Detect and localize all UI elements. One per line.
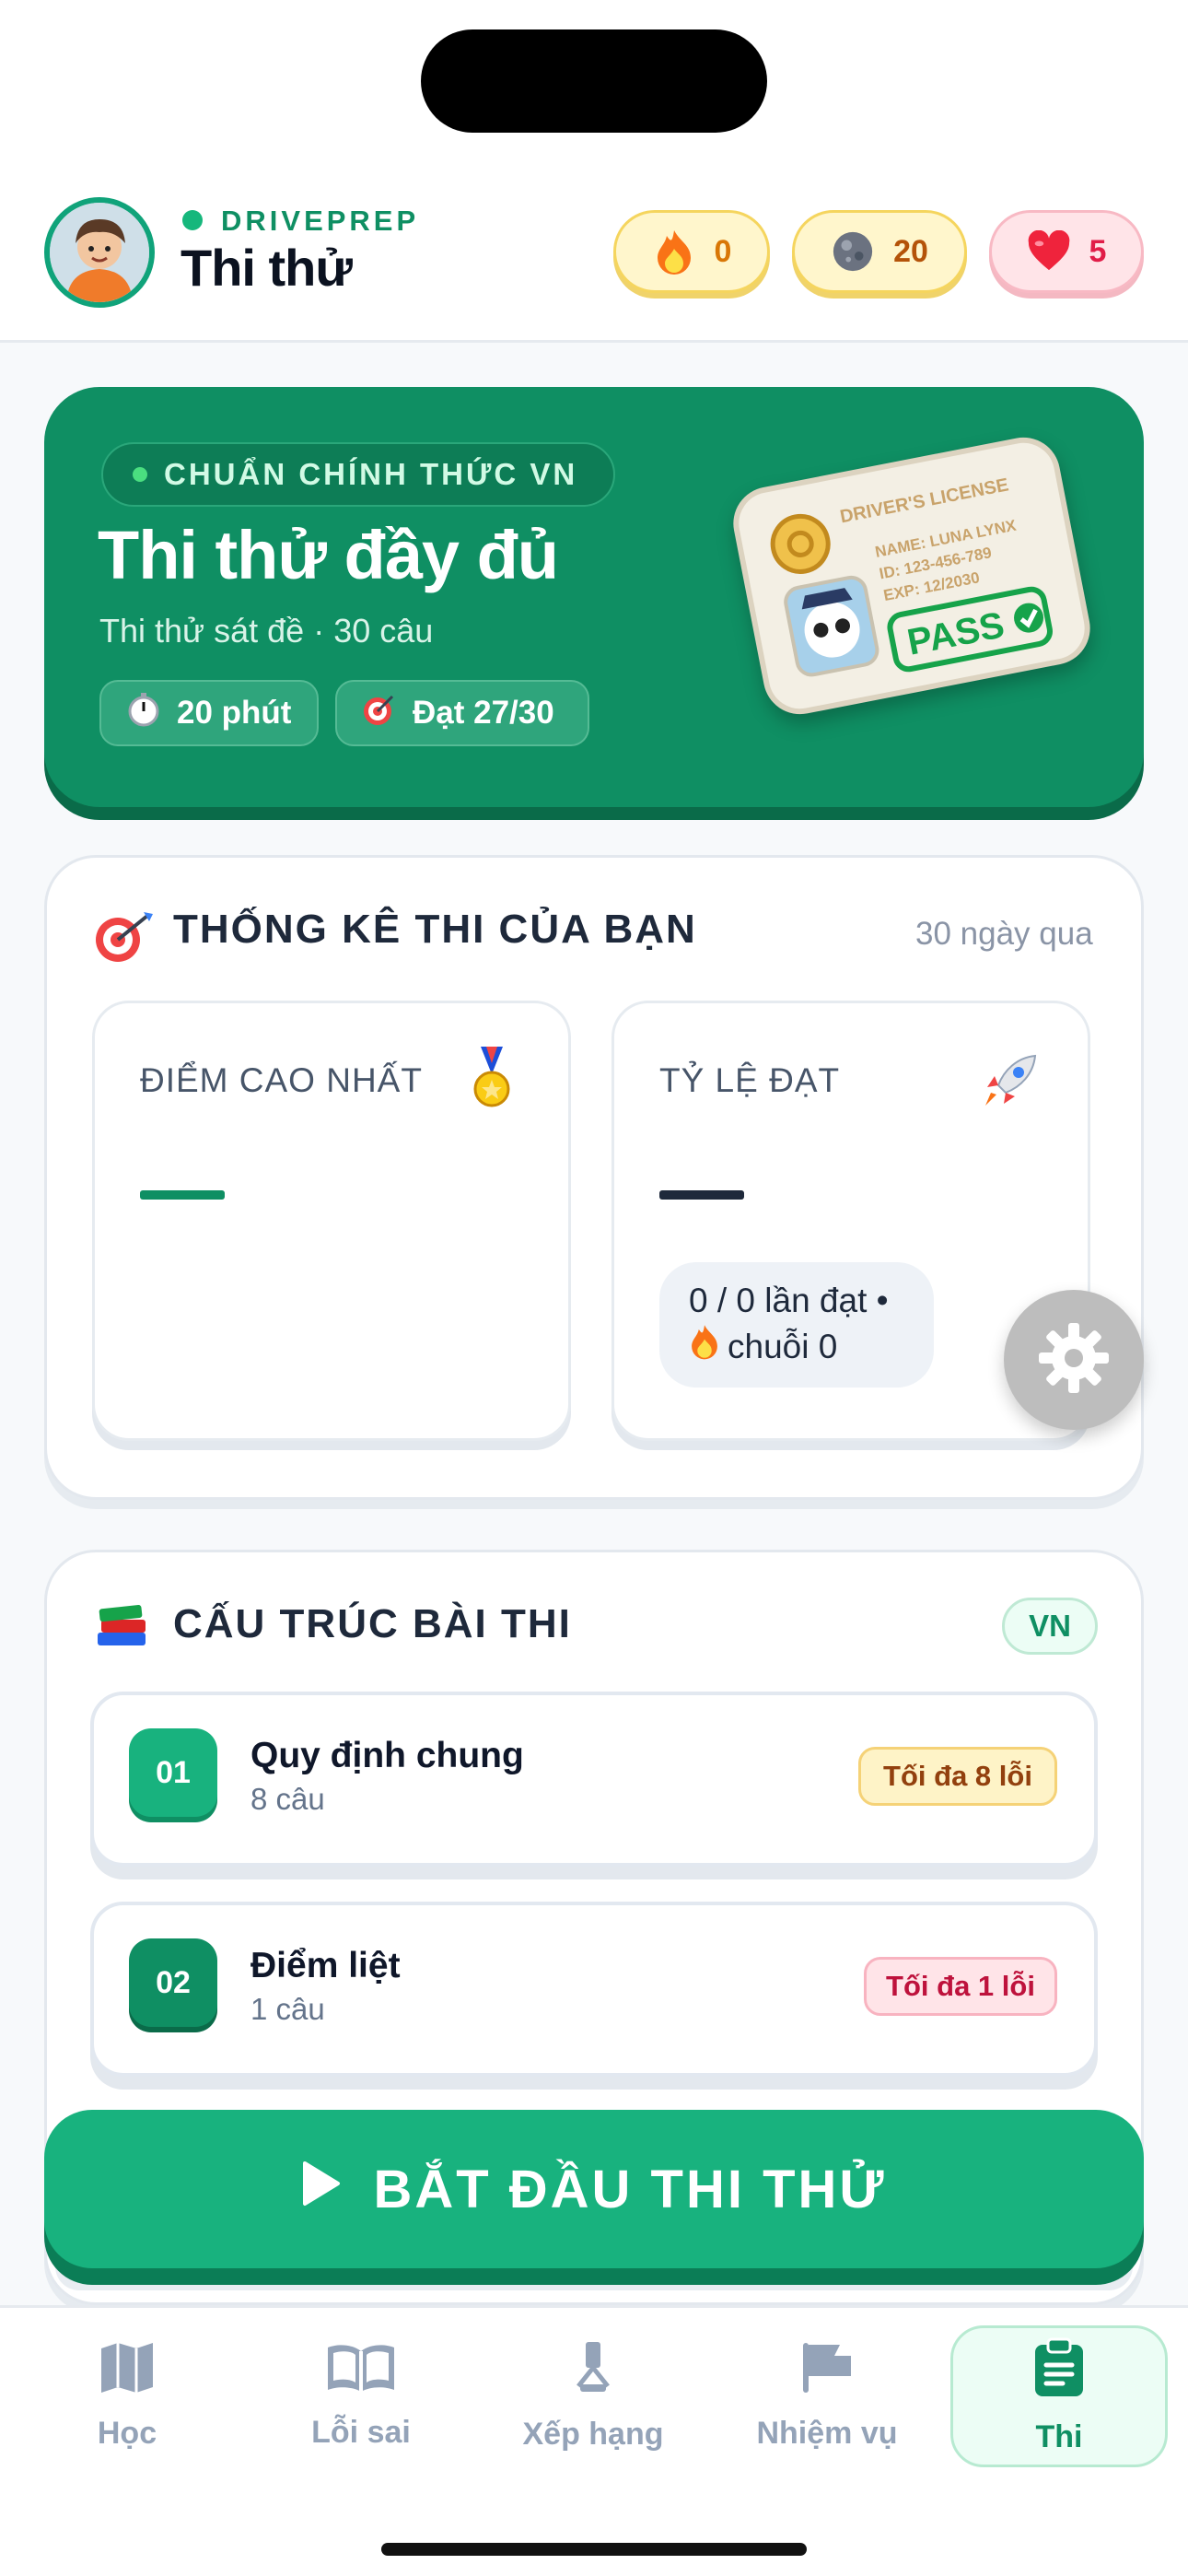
- hero-subtitle: Thi thử sát đề · 30 câu: [99, 612, 434, 650]
- tab-mistakes[interactable]: Lỗi sai: [252, 2325, 470, 2467]
- tab-label: Nhiệm vụ: [756, 2416, 898, 2451]
- tab-quests[interactable]: Nhiệm vụ: [718, 2325, 936, 2467]
- tab-label: Học: [97, 2416, 157, 2451]
- tag-dot: [133, 467, 147, 482]
- row-number: 01: [129, 1728, 217, 1817]
- stopwatch-icon: [125, 691, 162, 736]
- flag-icon: [799, 2341, 855, 2403]
- home-indicator[interactable]: [381, 2543, 807, 2556]
- start-exam-label: BẮT ĐẦU THI THỬ: [373, 2159, 887, 2219]
- medal-icon: [472, 1047, 512, 1116]
- hearts-pill[interactable]: 5: [989, 210, 1144, 293]
- pass-requirement-chip: Đạt 27/30: [335, 680, 589, 746]
- streak-pill[interactable]: 0: [613, 210, 770, 293]
- start-exam-button[interactable]: BẮT ĐẦU THI THỬ: [44, 2110, 1144, 2268]
- tab-label: Thi: [1035, 2419, 1083, 2454]
- streak-text: chuỗi 0: [728, 1328, 838, 1365]
- page-title: Thi thử: [181, 239, 353, 297]
- best-score-empty-value: [140, 1190, 225, 1200]
- row-question-count: 1 câu: [250, 1992, 325, 2026]
- row-question-count: 8 câu: [250, 1782, 325, 1816]
- clipboard-icon: [1033, 2337, 1085, 2406]
- book-icon: [326, 2342, 396, 2402]
- dart-target-icon: [92, 910, 155, 968]
- license-heading: DRIVER'S LICENSE: [838, 474, 1010, 527]
- rocket-icon: [980, 1047, 1044, 1116]
- duration-label: 20 phút: [177, 695, 292, 731]
- stats-period[interactable]: 30 ngày qua: [915, 916, 1093, 953]
- max-errors-badge: Tối đa 1 lỗi: [864, 1957, 1057, 2016]
- heart-icon: [1027, 229, 1071, 274]
- pass-count-text: 0 / 0 lần đạt •: [689, 1282, 889, 1319]
- hearts-count: 5: [1089, 233, 1107, 269]
- button-shadow: [55, 2266, 1133, 2290]
- dynamic-island: [421, 29, 767, 133]
- gear-icon: [1035, 1319, 1112, 1401]
- gems-pill[interactable]: 20: [792, 210, 967, 293]
- brand-dot: [182, 210, 203, 230]
- tab-label: Lỗi sai: [311, 2415, 411, 2450]
- row-number: 02: [129, 1938, 217, 2027]
- official-standard-label: CHUẨN CHÍNH THỨC VN: [164, 457, 578, 491]
- duration-chip: 20 phút: [99, 680, 319, 746]
- row-title: Quy định chung: [250, 1736, 524, 1775]
- streak-count: 0: [714, 233, 732, 269]
- structure-section-title: CẤU TRÚC BÀI THI: [173, 1601, 572, 1646]
- fire-icon: [689, 1323, 720, 1371]
- official-standard-tag: CHUẨN CHÍNH THỨC VN: [101, 442, 615, 507]
- tab-label: Xếp hạng: [522, 2417, 664, 2452]
- trophy-icon: [571, 2340, 615, 2404]
- settings-fab[interactable]: [1004, 1290, 1144, 1430]
- fire-icon: [652, 229, 696, 275]
- moon-gem-icon: [831, 229, 875, 274]
- pass-count-badge: 0 / 0 lần đạt • chuỗi 0: [659, 1262, 934, 1388]
- tab-leaderboard[interactable]: Xếp hạng: [484, 2325, 702, 2467]
- play-icon: [301, 2159, 342, 2220]
- stats-section-title: THỐNG KÊ THI CỦA BẠN: [173, 907, 697, 952]
- gems-count: 20: [893, 233, 928, 269]
- target-icon: [361, 691, 398, 736]
- avatar[interactable]: [44, 197, 155, 308]
- vn-badge: VN: [1002, 1598, 1098, 1655]
- max-errors-badge: Tối đa 8 lỗi: [858, 1747, 1057, 1806]
- tab-learn[interactable]: Học: [18, 2325, 236, 2467]
- books-icon: [94, 1599, 149, 1656]
- pass-rate-empty-value: [659, 1190, 744, 1200]
- tab-exam[interactable]: Thi: [950, 2325, 1168, 2467]
- map-icon: [99, 2341, 155, 2403]
- brand-name: DRIVEPREP: [221, 205, 420, 237]
- pass-requirement-label: Đạt 27/30: [413, 695, 554, 731]
- pass-rate-label: TỶ LỆ ĐẠT: [659, 1061, 841, 1099]
- best-score-label: ĐIỂM CAO NHẤT: [140, 1061, 423, 1099]
- row-title: Điểm liệt: [250, 1946, 401, 1985]
- hero-title: Thi thử đầy đủ: [98, 517, 559, 593]
